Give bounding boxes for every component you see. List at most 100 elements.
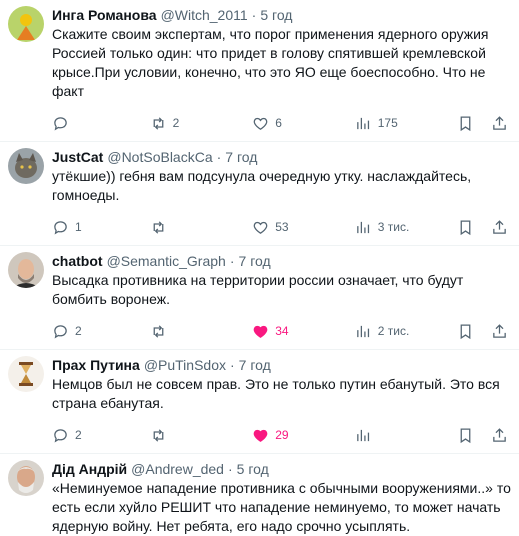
dot-separator: · <box>227 461 233 477</box>
retweet-button[interactable]: 2 <box>150 115 253 132</box>
avatar[interactable] <box>8 252 44 288</box>
tweet-header: JustCat @NotSoBlackCa · 7 год <box>52 148 511 166</box>
like-icon <box>253 429 268 442</box>
views-icon <box>356 325 369 337</box>
reply-button[interactable]: 1 <box>52 219 150 236</box>
reply-count: 2 <box>75 428 82 442</box>
retweet-icon <box>153 324 164 338</box>
reply-feed: Инга Романова @Witch_2011 · 5 год Скажит… <box>0 0 519 536</box>
dot-separator: · <box>216 149 222 165</box>
timestamp[interactable]: 7 год <box>239 252 271 270</box>
retweet-button[interactable] <box>150 219 253 236</box>
tweet-text: утёкшие)) гебня вам подсунула очередную … <box>52 168 476 203</box>
dot-separator: · <box>230 357 235 373</box>
like-button[interactable]: 29 <box>252 427 355 444</box>
author-name[interactable]: Инга Романова <box>52 6 157 24</box>
views-icon <box>356 117 369 129</box>
author-name[interactable]: Прах Путина <box>52 356 140 374</box>
tweet-text: Скажите своим экспертам, что порог приме… <box>52 26 493 99</box>
tweet[interactable]: JustCat @NotSoBlackCa · 7 год утёкшие)) … <box>0 142 519 246</box>
bookmark-icon <box>460 323 471 339</box>
tweet[interactable]: Инга Романова @Witch_2011 · 5 год Скажит… <box>0 0 519 142</box>
action-bar: 1 53 3 тис. <box>52 209 511 245</box>
tweet[interactable]: chatbot @Semantic_Graph · 7 год Высадка … <box>0 246 519 350</box>
reply-icon <box>54 428 67 442</box>
like-count: 53 <box>275 220 289 234</box>
tweet-header: Дід Андрій @Andrew_ded · 5 год <box>52 460 511 478</box>
bookmark-icon <box>460 115 471 131</box>
share-icon <box>493 323 507 338</box>
author-name[interactable]: Дід Андрій <box>52 460 127 478</box>
like-count: 6 <box>275 116 282 130</box>
reply-count: 1 <box>75 220 82 234</box>
author-handle[interactable]: @Witch_2011 <box>161 6 248 24</box>
retweet-icon <box>153 220 164 234</box>
action-bar: 2 29 <box>52 417 511 453</box>
tweet-text: Немцов был не совсем прав. Это не только… <box>52 376 504 411</box>
timestamp[interactable]: 7 год <box>239 356 271 374</box>
views-button[interactable]: 2 тис. <box>355 323 458 340</box>
action-bar: 2 6 175 <box>52 105 511 141</box>
author-handle[interactable]: @PuTinSdox <box>144 356 226 374</box>
tweet-header: Инга Романова @Witch_2011 · 5 год <box>52 6 511 24</box>
retweet-icon <box>153 428 164 442</box>
tweet-header: Прах Путина @PuTinSdox · 7 год <box>52 356 511 374</box>
like-count: 34 <box>275 324 289 338</box>
bookmark-icon <box>460 219 471 235</box>
avatar[interactable] <box>8 356 44 392</box>
reply-button[interactable] <box>52 115 150 132</box>
retweet-button[interactable] <box>150 427 253 444</box>
tweet[interactable]: Дід Андрій @Andrew_ded · 5 год «Неминуем… <box>0 454 519 536</box>
share-icon <box>493 427 507 442</box>
tweet[interactable]: Прах Путина @PuTinSdox · 7 год Немцов бы… <box>0 350 519 454</box>
avatar[interactable] <box>8 460 44 496</box>
author-handle[interactable]: @NotSoBlackCa <box>107 148 212 166</box>
views-button[interactable]: 175 <box>355 115 458 132</box>
bookmark-icon <box>460 427 471 443</box>
like-button[interactable]: 34 <box>252 323 355 340</box>
share-button[interactable] <box>491 427 511 444</box>
timestamp[interactable]: 7 год <box>225 148 257 166</box>
reply-icon <box>54 324 67 338</box>
author-handle[interactable]: @Semantic_Graph <box>107 252 226 270</box>
bookmark-button[interactable] <box>457 427 491 444</box>
tweet-text: Высадка противника на территории россии … <box>52 272 468 307</box>
avatar[interactable] <box>8 148 44 184</box>
author-name[interactable]: JustCat <box>52 148 103 166</box>
share-button[interactable] <box>491 323 511 340</box>
bookmark-button[interactable] <box>457 219 491 236</box>
avatar[interactable] <box>8 6 44 42</box>
like-icon <box>253 325 268 338</box>
author-handle[interactable]: @Andrew_ded <box>131 460 224 478</box>
author-name[interactable]: chatbot <box>52 252 103 270</box>
reply-count: 2 <box>75 324 82 338</box>
timestamp[interactable]: 5 год <box>237 460 269 478</box>
retweet-button[interactable] <box>150 323 253 340</box>
share-button[interactable] <box>491 219 511 236</box>
views-icon <box>356 429 369 441</box>
timestamp[interactable]: 5 год <box>260 6 292 24</box>
like-icon <box>253 117 268 130</box>
views-icon <box>356 221 369 233</box>
retweet-icon <box>153 116 164 130</box>
reply-icon <box>54 220 67 234</box>
share-icon <box>493 219 507 234</box>
reply-button[interactable]: 2 <box>52 427 150 444</box>
views-button[interactable] <box>355 427 458 444</box>
share-button[interactable] <box>491 115 511 132</box>
action-bar: 2 34 2 тис. <box>52 313 511 349</box>
views-button[interactable]: 3 тис. <box>355 219 458 236</box>
reply-button[interactable]: 2 <box>52 323 150 340</box>
tweet-text: «Неминуемое нападение противника с обычн… <box>52 480 515 534</box>
like-count: 29 <box>275 428 289 442</box>
reply-icon <box>54 116 67 130</box>
views-count: 3 тис. <box>377 220 410 234</box>
like-button[interactable]: 6 <box>252 115 355 132</box>
tweet-header: chatbot @Semantic_Graph · 7 год <box>52 252 511 270</box>
dot-separator: · <box>251 7 257 23</box>
like-button[interactable]: 53 <box>252 219 355 236</box>
dot-separator: · <box>229 253 235 269</box>
bookmark-button[interactable] <box>457 115 491 132</box>
bookmark-button[interactable] <box>457 323 491 340</box>
views-count: 175 <box>377 116 398 130</box>
